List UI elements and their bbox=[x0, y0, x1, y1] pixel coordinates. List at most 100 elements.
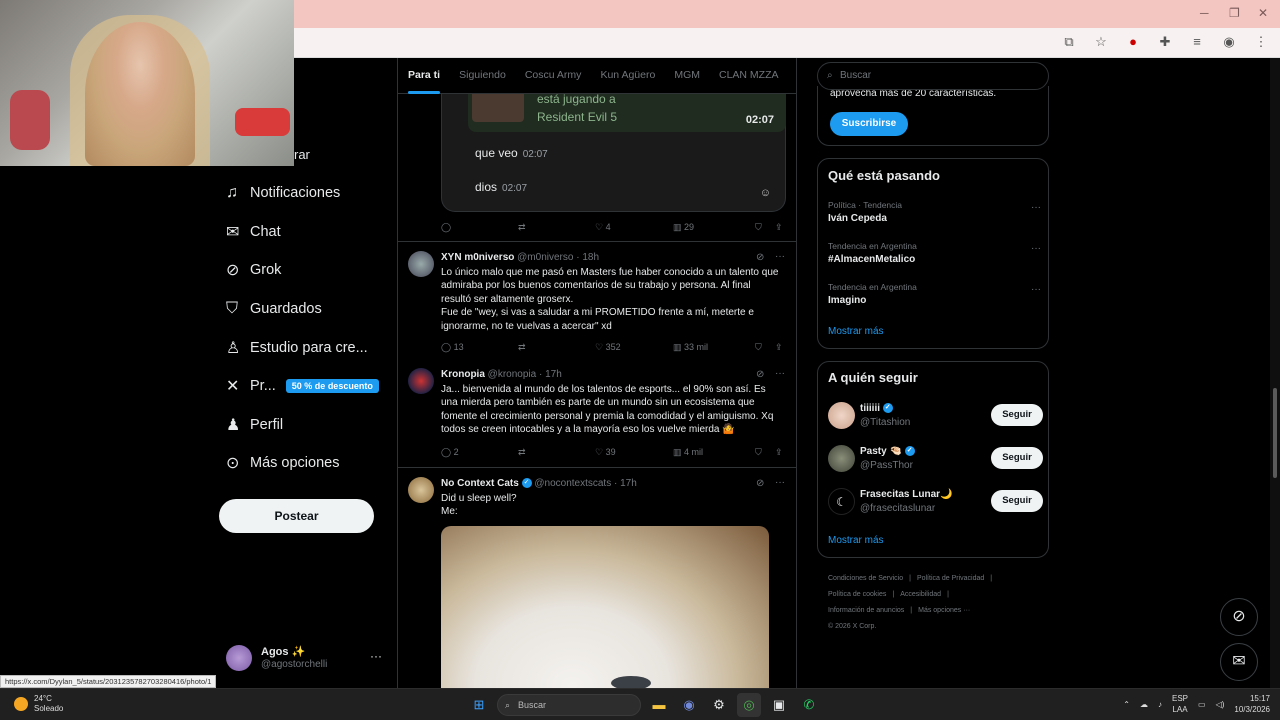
reply-icon[interactable]: ◯ 2 bbox=[441, 447, 518, 458]
post-button[interactable]: Postear bbox=[219, 499, 374, 533]
tab-para-ti[interactable]: Para ti bbox=[408, 58, 441, 94]
grok-icon[interactable]: ⊘ bbox=[756, 369, 764, 380]
footer-link[interactable]: Política de cookies bbox=[828, 591, 886, 598]
trend-item[interactable]: Política · Tendencia Iván Cepeda ··· bbox=[828, 200, 1043, 224]
trend-item[interactable]: Tendencia en Argentina #AlmacenMetalico … bbox=[828, 241, 1043, 265]
star-icon[interactable]: ☆ bbox=[1092, 34, 1110, 50]
tab-clan-mzza[interactable]: CLAN MZZA bbox=[719, 58, 779, 94]
bookmark-icon[interactable]: ⛉ bbox=[755, 222, 775, 233]
tweet-author-name[interactable]: XYN m0niverso bbox=[441, 252, 514, 263]
bookmark-icon[interactable]: ⛉ bbox=[755, 342, 775, 353]
browser-menu-icon[interactable]: ⋮ bbox=[1252, 34, 1270, 50]
follow-button[interactable]: Seguir bbox=[991, 490, 1043, 512]
share-icon[interactable]: ⇪ bbox=[775, 342, 783, 353]
more-icon[interactable]: ··· bbox=[1031, 284, 1041, 295]
show-more-link[interactable]: Mostrar más bbox=[828, 535, 884, 546]
extensions-icon[interactable]: ✚ bbox=[1156, 34, 1174, 50]
footer-link[interactable]: Condiciones de Servicio bbox=[828, 575, 903, 582]
install-app-icon[interactable]: ⧉ bbox=[1060, 34, 1078, 50]
display-icon[interactable]: ▭ bbox=[1198, 700, 1206, 709]
nav-item-perfil[interactable]: ♟ Perfil bbox=[220, 406, 390, 445]
grok-icon[interactable]: ⊘ bbox=[756, 478, 764, 489]
follow-button[interactable]: Seguir bbox=[991, 447, 1043, 469]
more-icon[interactable]: ··· bbox=[1031, 202, 1041, 213]
app-icon[interactable]: ▣ bbox=[767, 693, 791, 717]
more-icon[interactable]: ··· bbox=[775, 477, 785, 488]
avatar[interactable] bbox=[408, 251, 434, 277]
tweet-author-name[interactable]: Kronopia bbox=[441, 369, 485, 380]
avatar[interactable] bbox=[408, 477, 434, 503]
tweet-author-name[interactable]: No Context Cats bbox=[441, 478, 519, 489]
nav-item-guardados[interactable]: ⛉ Guardados bbox=[220, 290, 390, 329]
close-button[interactable]: ✕ bbox=[1258, 6, 1268, 20]
like-icon[interactable]: ♡ 4 bbox=[595, 222, 673, 233]
tweet-image-chat[interactable]: está jugando a Resident Evil 5 02:07 que… bbox=[441, 92, 786, 212]
avatar[interactable] bbox=[828, 445, 855, 472]
footer-link[interactable]: Política de Privacidad bbox=[917, 575, 984, 582]
language-indicator[interactable]: ESP LAA bbox=[1172, 693, 1188, 715]
moon-icon[interactable]: ☾ bbox=[828, 488, 855, 515]
nav-item-chat[interactable]: ✉ Chat bbox=[220, 213, 390, 252]
volume-icon[interactable]: ◁) bbox=[1216, 700, 1225, 709]
footer-link[interactable]: Accesibilidad bbox=[900, 591, 941, 598]
nav-item-premium[interactable]: ✕ Pr... 50 % de descuento bbox=[220, 367, 390, 406]
grok-floating-button[interactable]: ⊘ bbox=[1220, 598, 1258, 636]
whatsapp-icon[interactable]: ✆ bbox=[797, 693, 821, 717]
profile-icon[interactable]: ◉ bbox=[1220, 34, 1238, 50]
tab-mgm[interactable]: MGM bbox=[674, 58, 700, 94]
tab-siguiendo[interactable]: Siguiendo bbox=[459, 58, 506, 94]
clock[interactable]: 15:17 10/3/2026 bbox=[1234, 693, 1270, 715]
share-icon[interactable]: ⇪ bbox=[775, 222, 783, 233]
avatar[interactable] bbox=[408, 368, 434, 394]
follow-suggestion[interactable]: ☾ Frasecitas Lunar🌙 @frasecitaslunar Seg… bbox=[828, 488, 1043, 518]
more-icon[interactable]: ··· bbox=[370, 649, 382, 663]
app-icon[interactable]: ⚙ bbox=[707, 693, 731, 717]
footer-link[interactable]: Información de anuncios bbox=[828, 607, 904, 614]
more-icon[interactable]: ··· bbox=[775, 251, 785, 262]
search-input[interactable]: ⌕ Buscar bbox=[817, 62, 1049, 90]
nav-item-estudio[interactable]: ♙ Estudio para cre... bbox=[220, 328, 390, 367]
share-icon[interactable]: ⇪ bbox=[775, 447, 783, 458]
more-icon[interactable]: ··· bbox=[1031, 243, 1041, 254]
nav-item-mas-opciones[interactable]: ⊙ Más opciones bbox=[220, 444, 390, 483]
repost-icon[interactable]: ⇄ bbox=[518, 222, 595, 233]
messages-floating-button[interactable]: ✉ bbox=[1220, 643, 1258, 681]
repost-icon[interactable]: ⇄ bbox=[518, 342, 595, 353]
trend-item[interactable]: Tendencia en Argentina Imagino ··· bbox=[828, 282, 1043, 306]
microphone-icon[interactable]: ♪ bbox=[1158, 700, 1162, 709]
bookmark-icon[interactable]: ⛉ bbox=[755, 447, 775, 458]
chevron-up-icon[interactable]: ⌃ bbox=[1123, 700, 1130, 709]
grok-icon[interactable]: ⊘ bbox=[756, 252, 764, 263]
file-explorer-icon[interactable]: ▬ bbox=[647, 693, 671, 717]
show-more-link[interactable]: Mostrar más bbox=[828, 326, 884, 337]
chrome-icon[interactable]: ◎ bbox=[737, 693, 761, 717]
reply-icon[interactable]: ◯ bbox=[441, 222, 518, 233]
nav-item-notificaciones[interactable]: ♫ Notificaciones bbox=[220, 174, 390, 213]
follow-suggestion[interactable]: Pasty 🤏🏻 ✓ @PassThor Seguir bbox=[828, 445, 1043, 475]
views-icon[interactable]: ▥ 4 mil bbox=[673, 447, 755, 458]
minimize-button[interactable]: ─ bbox=[1200, 6, 1209, 20]
footer-link[interactable]: Más opciones ··· bbox=[918, 607, 970, 614]
nav-item-grok[interactable]: ⊘ Grok bbox=[220, 251, 390, 290]
more-icon[interactable]: ··· bbox=[775, 368, 785, 379]
follow-suggestion[interactable]: tiiiiii ✓ @Titashion Seguir bbox=[828, 402, 1043, 432]
like-icon[interactable]: ♡ 352 bbox=[595, 342, 673, 353]
follow-button[interactable]: Seguir bbox=[991, 404, 1043, 426]
tab-kun-aguero[interactable]: Kun Agüero bbox=[600, 58, 655, 94]
maximize-button[interactable]: ❐ bbox=[1229, 6, 1240, 20]
extension-opera-icon[interactable]: ● bbox=[1124, 34, 1142, 50]
like-icon[interactable]: ♡ 39 bbox=[595, 447, 673, 458]
reply-icon[interactable]: ◯ 13 bbox=[441, 342, 518, 353]
weather-widget[interactable]: 24°C Soleado bbox=[14, 694, 63, 714]
discord-icon[interactable]: ◉ bbox=[677, 693, 701, 717]
tweet[interactable]: Kronopia @kronopia · 17h ⊘ ··· Ja... bie… bbox=[398, 359, 796, 467]
account-switcher[interactable]: Agos ✨ @agostorchelli ··· bbox=[226, 643, 386, 673]
reading-list-icon[interactable]: ≡ bbox=[1188, 34, 1206, 50]
tweet-image-cat[interactable] bbox=[441, 526, 769, 698]
page-scrollbar[interactable] bbox=[1270, 58, 1280, 698]
subscribe-button[interactable]: Suscribirse bbox=[830, 112, 908, 136]
repost-icon[interactable]: ⇄ bbox=[518, 447, 595, 458]
windows-start-icon[interactable]: ⊞ bbox=[467, 693, 491, 717]
views-icon[interactable]: ▥ 29 bbox=[673, 222, 755, 233]
avatar[interactable] bbox=[828, 402, 855, 429]
